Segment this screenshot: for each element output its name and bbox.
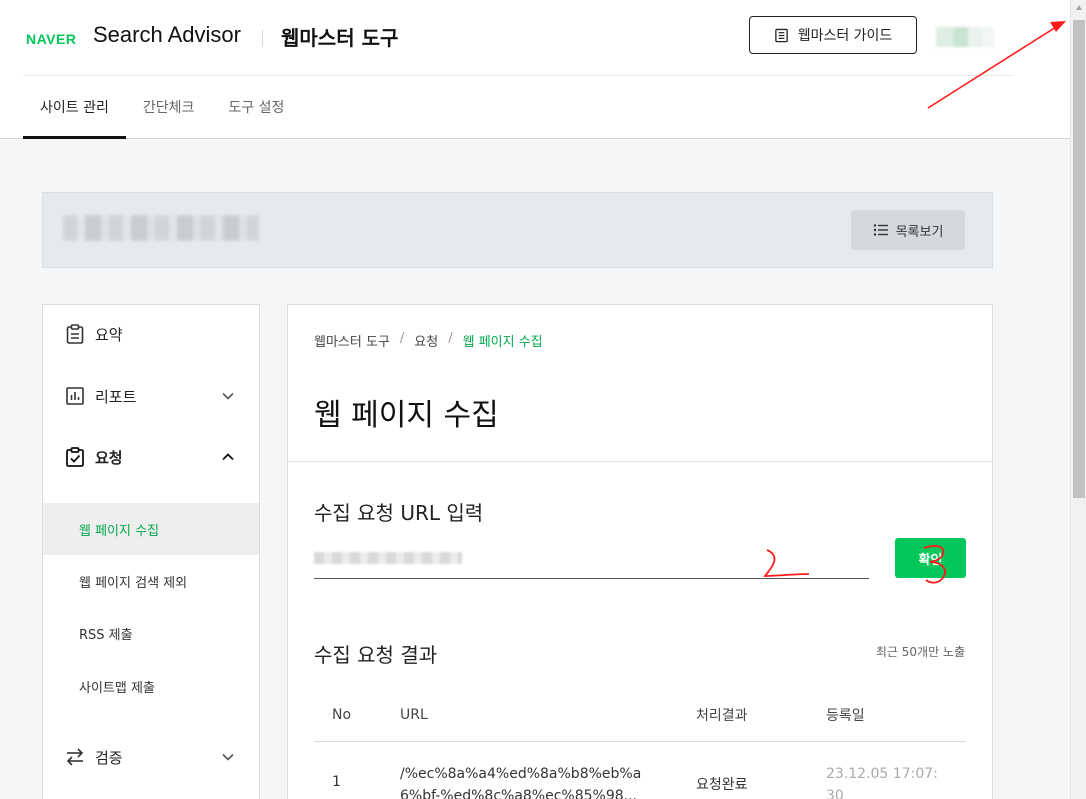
sidebar-item-label: 요청 — [95, 448, 123, 467]
row-url[interactable]: /%ec%8a%a4%ed%8a%b8%eb%a 6%bf-%ed%8c%a8%… — [400, 763, 662, 799]
column-header-status: 처리결과 — [696, 708, 748, 724]
scroll-up-arrow-icon[interactable] — [1075, 4, 1083, 12]
sidebar-item-verify[interactable]: 검증 — [43, 732, 259, 782]
main-tabs: 사이트 관리 간단체크 도구 설정 — [23, 76, 301, 139]
guide-button-label: 웹마스터 가이드 — [797, 28, 893, 44]
sidebar-item-request[interactable]: 요청 — [43, 432, 259, 482]
naver-logo[interactable]: NAVER — [26, 31, 76, 47]
list-icon — [873, 224, 888, 236]
row-no: 1 — [332, 774, 341, 790]
clipboard-icon — [66, 324, 84, 344]
scrollbar-thumb[interactable] — [1073, 20, 1085, 498]
sidebar-sub-rss-submit[interactable]: RSS 제출 — [43, 607, 259, 659]
vertical-scrollbar[interactable] — [1070, 0, 1086, 799]
row-date-line: 30 — [826, 788, 844, 799]
url-input-section-title: 수집 요청 URL 입력 — [314, 501, 484, 525]
chevron-down-icon — [222, 392, 234, 400]
row-status: 요청완료 — [696, 777, 748, 793]
webmaster-tool-title[interactable]: 웹마스터 도구 — [281, 22, 398, 51]
tab-tool-settings[interactable]: 도구 설정 — [211, 76, 301, 138]
sidebar-item-label: 검증 — [95, 748, 123, 767]
main-panel: 웹마스터 도구 / 요청 / 웹 페이지 수집 웹 페이지 수집 수집 요청 U… — [287, 304, 993, 799]
column-header-no: No — [332, 707, 352, 723]
url-value-redacted — [314, 552, 462, 564]
row-url-line: 6%bf-%ed%8c%a8%ec%85%98... — [400, 788, 638, 799]
tab-simple-check[interactable]: 간단체크 — [126, 76, 212, 138]
breadcrumb-separator: / — [448, 331, 453, 346]
search-advisor-logo[interactable]: Search Advisor — [93, 22, 241, 48]
row-url-line: /%ec%8a%a4%ed%8a%b8%eb%a — [400, 766, 642, 782]
page-title: 웹 페이지 수집 — [314, 398, 499, 433]
row-date: 23.12.05 17:07: 30 — [826, 763, 938, 799]
breadcrumb-separator: / — [399, 331, 405, 346]
sidebar: 요약 리포트 요청 웹 페이지 수집 웹 페이지 검색 제외 RSS 제출 사이… — [42, 304, 260, 799]
confirm-button[interactable]: 확인 — [895, 538, 966, 578]
clipboard-check-icon — [66, 447, 84, 467]
site-bar: 목록보기 — [42, 192, 993, 268]
chevron-up-icon — [222, 453, 234, 461]
sidebar-item-label: 요약 — [95, 325, 123, 344]
breadcrumb-current: 웹 페이지 수집 — [462, 335, 543, 350]
list-view-label: 목록보기 — [895, 224, 944, 240]
top-header: NAVER Search Advisor 웹마스터 도구 웹마스터 가이드 사이… — [0, 0, 1070, 139]
sidebar-sub-web-page-exclude[interactable]: 웹 페이지 검색 제외 — [43, 555, 259, 607]
document-list-icon — [774, 28, 788, 42]
list-view-button[interactable]: 목록보기 — [851, 210, 965, 250]
chart-icon — [66, 387, 84, 405]
breadcrumb: 웹마스터 도구 / 요청 / 웹 페이지 수집 — [314, 331, 543, 350]
tab-site-management[interactable]: 사이트 관리 — [23, 76, 126, 139]
sidebar-item-summary[interactable]: 요약 — [43, 309, 259, 359]
sidebar-sub-sitemap-submit[interactable]: 사이트맵 제출 — [43, 660, 259, 712]
webmaster-guide-button[interactable]: 웹마스터 가이드 — [749, 16, 917, 54]
result-note: 최근 50개만 노출 — [875, 645, 965, 659]
result-section-title: 수집 요청 결과 — [314, 643, 438, 667]
sidebar-item-label: 리포트 — [95, 387, 137, 406]
user-avatar-redacted[interactable] — [936, 27, 994, 47]
arrows-swap-icon — [66, 748, 84, 766]
site-url-redacted — [63, 215, 259, 241]
column-header-url: URL — [400, 707, 428, 723]
breadcrumb-item[interactable]: 웹마스터 도구 — [314, 331, 390, 350]
sidebar-item-report[interactable]: 리포트 — [43, 371, 259, 421]
sidebar-sub-web-page-collect[interactable]: 웹 페이지 수집 — [43, 503, 259, 555]
chevron-down-icon — [222, 753, 234, 761]
table-header: No URL 처리결과 등록일 — [314, 688, 966, 742]
section-divider — [288, 461, 992, 462]
row-date-line: 23.12.05 17:07: — [826, 766, 938, 782]
column-header-date: 등록일 — [826, 708, 865, 724]
logo-divider — [262, 30, 263, 47]
breadcrumb-item[interactable]: 요청 — [414, 331, 438, 350]
